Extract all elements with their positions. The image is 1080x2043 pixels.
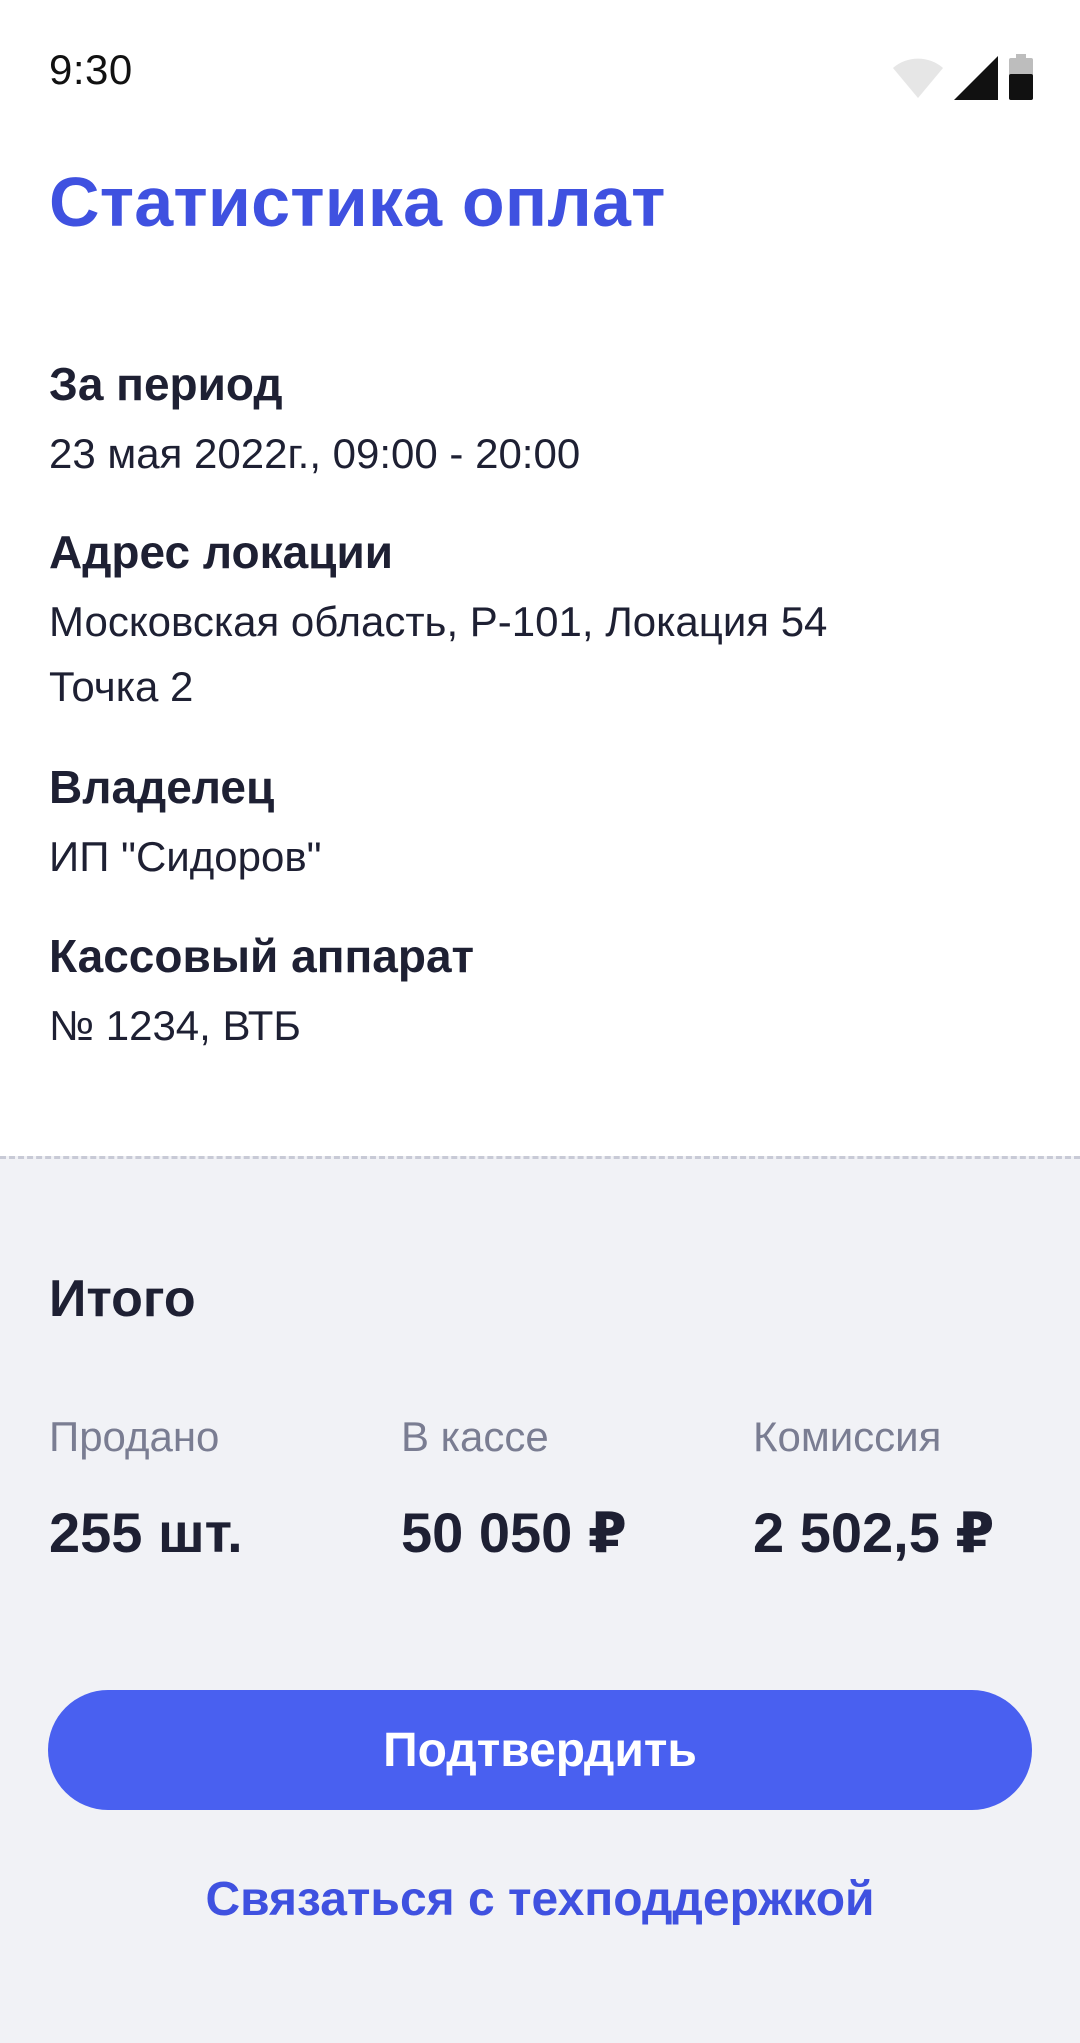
address-label: Адрес локации bbox=[49, 526, 394, 578]
period-value: 23 мая 2022г., 09:00 - 20:00 bbox=[49, 430, 581, 477]
cellular-signal-icon bbox=[954, 56, 998, 100]
wifi-icon bbox=[892, 56, 944, 100]
stat-commission-value: 2 502,5 ₽ bbox=[753, 1501, 995, 1564]
stat-cash: В кассе 50 050 ₽ bbox=[401, 1411, 627, 1565]
status-bar: 9:30 bbox=[0, 0, 1080, 150]
battery-icon bbox=[1008, 54, 1034, 100]
period-label: За период bbox=[49, 358, 283, 410]
stat-sold-label: Продано bbox=[49, 1413, 220, 1460]
confirm-button[interactable]: Подтвердить bbox=[48, 1690, 1032, 1810]
stat-commission-label: Комиссия bbox=[753, 1413, 942, 1460]
stat-cash-label: В кассе bbox=[401, 1413, 549, 1460]
summary-panel: Итого Продано 255 шт. В кассе 50 050 ₽ К… bbox=[0, 1156, 1080, 2043]
page-title: Статистика оплат bbox=[49, 163, 666, 241]
address-group: Адрес локации Московская область, Р-101,… bbox=[49, 523, 827, 719]
owner-group: Владелец ИП "Сидоров" bbox=[49, 758, 322, 889]
stat-sold: Продано 255 шт. bbox=[49, 1411, 243, 1565]
status-icons bbox=[892, 52, 1034, 100]
stat-sold-value: 255 шт. bbox=[49, 1501, 243, 1564]
address-value-line2: Точка 2 bbox=[49, 663, 194, 710]
owner-value: ИП "Сидоров" bbox=[49, 833, 322, 880]
stat-cash-value: 50 050 ₽ bbox=[401, 1501, 627, 1564]
cashbox-value: № 1234, ВТБ bbox=[49, 1002, 301, 1049]
stat-commission: Комиссия 2 502,5 ₽ bbox=[753, 1411, 994, 1565]
cashbox-label: Кассовый аппарат bbox=[49, 930, 475, 982]
period-group: За период 23 мая 2022г., 09:00 - 20:00 bbox=[49, 355, 580, 486]
support-link[interactable]: Связаться с техподдержкой bbox=[0, 1870, 1080, 1930]
status-time: 9:30 bbox=[49, 46, 133, 93]
address-value-line1: Московская область, Р-101, Локация 54 bbox=[49, 598, 828, 645]
owner-label: Владелец bbox=[49, 761, 275, 813]
summary-title: Итого bbox=[49, 1270, 196, 1328]
cashbox-group: Кассовый аппарат № 1234, ВТБ bbox=[49, 927, 474, 1058]
